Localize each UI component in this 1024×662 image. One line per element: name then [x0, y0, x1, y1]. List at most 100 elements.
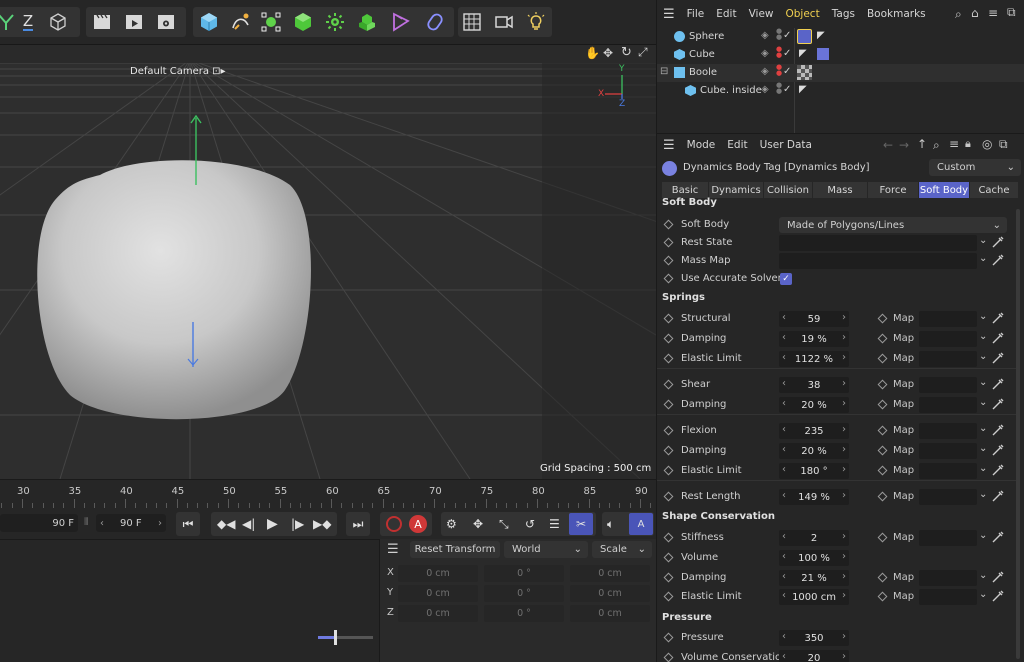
decrement-arrow-icon[interactable]: ‹: [782, 312, 786, 323]
back-arrow-icon[interactable]: ←: [883, 138, 893, 152]
phong-tag-icon[interactable]: ◤: [799, 84, 807, 95]
increment-arrow-icon[interactable]: ›: [842, 444, 846, 455]
keyframe-diamond-icon[interactable]: [663, 652, 674, 662]
property-number-field[interactable]: ‹ 20 % ›: [779, 397, 849, 413]
decrement-arrow-icon[interactable]: ‹: [782, 424, 786, 435]
layer-icon[interactable]: ◈: [761, 30, 769, 41]
render-view-icon[interactable]: [88, 7, 116, 37]
next-key-icon[interactable]: ▶◆: [313, 517, 331, 531]
map-dropdown-icon[interactable]: ⌄: [979, 423, 987, 434]
keyframe-diamond-icon[interactable]: [663, 399, 674, 410]
shape-property-row[interactable]: Stiffness ‹ 2 › Map ⌄: [657, 529, 1017, 547]
map-field[interactable]: [919, 489, 977, 505]
layer-icon[interactable]: ◈: [761, 84, 769, 95]
next-frame-icon[interactable]: |▶: [291, 517, 304, 531]
decrement-arrow-icon[interactable]: ‹: [782, 571, 786, 582]
object-row-cube[interactable]: Cube ◈ ● ● ✓ ◤: [657, 46, 1024, 64]
keyframe-diamond-icon[interactable]: [663, 491, 674, 502]
map-dropdown-icon[interactable]: ⌄: [979, 489, 987, 500]
extrude-icon[interactable]: [289, 7, 317, 37]
layer-icon[interactable]: ◈: [761, 48, 769, 59]
map-keyframe-diamond-icon[interactable]: [877, 425, 888, 436]
search-icon[interactable]: ⌕: [933, 138, 940, 153]
lock-icon[interactable]: 🔒︎: [965, 137, 971, 151]
camera-label[interactable]: Default Camera ⊡▸: [130, 66, 226, 77]
property-number-field[interactable]: ‹ 38 ›: [779, 377, 849, 393]
layer-icon[interactable]: ◈: [761, 66, 769, 77]
map-keyframe-diamond-icon[interactable]: [877, 465, 888, 476]
map-field[interactable]: [919, 351, 977, 367]
search-icon[interactable]: ⌕: [955, 7, 962, 22]
tab-collision[interactable]: Collision: [764, 182, 812, 198]
map-field[interactable]: [919, 443, 977, 459]
rotate-view-icon[interactable]: ↻: [621, 45, 632, 60]
visibility-dots[interactable]: ● ●: [776, 64, 782, 77]
enabled-check-icon[interactable]: ✓: [783, 84, 791, 95]
spring-property-row[interactable]: Shear ‹ 38 › Map ⌄: [657, 376, 1017, 394]
key-rotation-icon[interactable]: ↺: [525, 517, 535, 531]
property-number-field[interactable]: ‹ 21 % ›: [779, 570, 849, 586]
collapse-icon[interactable]: ⊟: [660, 66, 668, 77]
increment-arrow-icon[interactable]: ›: [842, 378, 846, 389]
increment-arrow-icon[interactable]: ›: [842, 651, 846, 662]
eyedropper-icon[interactable]: [991, 570, 1005, 584]
mass-map-field[interactable]: [779, 253, 977, 269]
dropdown-chevron-icon[interactable]: ⌄: [979, 235, 987, 246]
keyframe-diamond-icon[interactable]: [663, 465, 674, 476]
eyedropper-icon[interactable]: [991, 235, 1005, 249]
property-number-field[interactable]: ‹ 149 % ›: [779, 489, 849, 505]
coord-size-field[interactable]: 0 cm: [570, 605, 650, 622]
eyedropper-icon[interactable]: [991, 423, 1005, 437]
key-settings-icon[interactable]: ⚙: [446, 517, 457, 531]
menu-file[interactable]: File: [687, 8, 705, 20]
property-number-field[interactable]: ‹ 350 ›: [779, 630, 849, 646]
map-keyframe-diamond-icon[interactable]: [877, 333, 888, 344]
cloner-icon[interactable]: [321, 7, 349, 37]
spring-property-row[interactable]: Damping ‹ 20 % › Map ⌄: [657, 396, 1017, 414]
enabled-check-icon[interactable]: ✓: [783, 66, 791, 77]
increment-arrow-icon[interactable]: ›: [842, 332, 846, 343]
home-icon[interactable]: ⌂: [971, 6, 979, 20]
light-icon[interactable]: [522, 7, 550, 37]
property-number-field[interactable]: ‹ 1122 % ›: [779, 351, 849, 367]
collider-tag-icon[interactable]: [817, 48, 829, 60]
z-axis-lock-icon[interactable]: Z: [14, 7, 42, 37]
cube-icon[interactable]: [195, 7, 223, 37]
menu-edit[interactable]: Edit: [727, 139, 747, 151]
decrement-arrow-icon[interactable]: ‹: [782, 444, 786, 455]
map-dropdown-icon[interactable]: ⌄: [979, 397, 987, 408]
decrement-arrow-icon[interactable]: ‹: [782, 378, 786, 389]
enabled-check-icon[interactable]: ✓: [783, 30, 791, 41]
menu-bookmarks[interactable]: Bookmarks: [867, 8, 926, 20]
rest-state-field[interactable]: [779, 235, 977, 251]
up-arrow-icon[interactable]: ↑: [917, 137, 927, 151]
menu-tags[interactable]: Tags: [832, 8, 855, 20]
goto-start-button[interactable]: ⏮: [176, 512, 200, 536]
shape-property-row[interactable]: Elastic Limit ‹ 1000 cm › Map ⌄: [657, 588, 1017, 606]
deformer-icon[interactable]: [387, 7, 415, 37]
spring-property-row[interactable]: Elastic Limit ‹ 180 ° › Map ⌄: [657, 462, 1017, 480]
zoom-slider-track[interactable]: [318, 630, 373, 645]
keyframe-diamond-icon[interactable]: [663, 255, 674, 266]
keyframe-diamond-icon[interactable]: [663, 572, 674, 583]
soft-body-mode-row[interactable]: Soft Body Made of Polygons/Lines ⌄: [657, 216, 1017, 234]
sound-icon[interactable]: 🔈︎: [607, 517, 614, 532]
map-keyframe-diamond-icon[interactable]: [877, 532, 888, 543]
increment-arrow-icon[interactable]: ›: [842, 631, 846, 642]
decrement-arrow-icon[interactable]: ‹: [782, 352, 786, 363]
map-field[interactable]: [919, 377, 977, 393]
object-row-boole[interactable]: ⊟ Boole ◈ ● ● ✓: [657, 64, 1024, 82]
shape-property-row[interactable]: Damping ‹ 21 % › Map ⌄: [657, 569, 1017, 587]
decrement-arrow-icon[interactable]: ‹: [782, 590, 786, 601]
new-window-icon[interactable]: ⧉: [999, 137, 1008, 152]
autokey-icon[interactable]: A: [409, 515, 427, 533]
coord-rot-field[interactable]: 0 °: [484, 565, 564, 582]
map-dropdown-icon[interactable]: ⌄: [979, 443, 987, 454]
drag-handle-icon[interactable]: ⦀: [84, 517, 88, 528]
phong-tag-icon[interactable]: ◤: [799, 48, 807, 59]
increment-arrow-icon[interactable]: ›: [842, 312, 846, 323]
map-keyframe-diamond-icon[interactable]: [877, 445, 888, 456]
record-icon[interactable]: [386, 516, 402, 532]
eyedropper-icon[interactable]: [991, 443, 1005, 457]
coord-rot-field[interactable]: 0 °: [484, 585, 564, 602]
